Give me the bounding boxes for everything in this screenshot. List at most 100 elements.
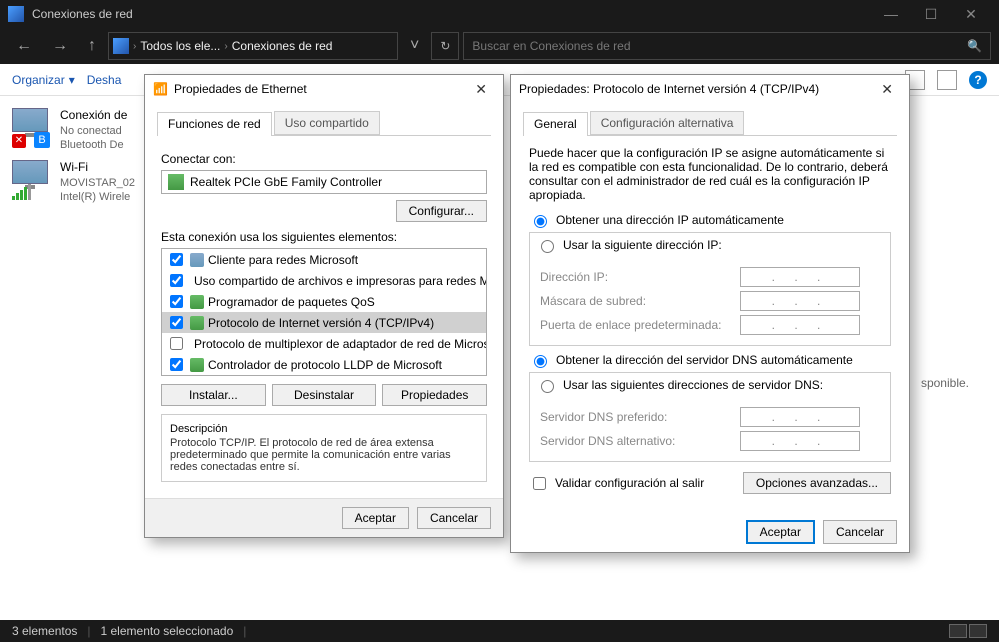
connection-name: Conexión de bbox=[60, 108, 127, 124]
checkbox-input[interactable] bbox=[170, 337, 183, 350]
configure-button[interactable]: Configurar... bbox=[396, 200, 487, 222]
protocol-icon bbox=[190, 358, 204, 372]
properties-button[interactable]: Propiedades bbox=[382, 384, 487, 406]
connect-with-label: Conectar con: bbox=[161, 152, 487, 166]
search-input[interactable]: Buscar en Conexiones de red 🔍 bbox=[463, 32, 991, 60]
disable-button[interactable]: Desha bbox=[87, 73, 122, 87]
checkbox-input[interactable] bbox=[170, 358, 183, 371]
radio-input[interactable] bbox=[534, 355, 547, 368]
protocol-icon bbox=[190, 295, 204, 309]
search-icon: 🔍 bbox=[967, 39, 982, 53]
ok-button[interactable]: Aceptar bbox=[342, 507, 409, 529]
dialog-footer: Aceptar Cancelar bbox=[145, 498, 503, 537]
uninstall-button[interactable]: Desinstalar bbox=[272, 384, 377, 406]
close-button[interactable]: ✕ bbox=[951, 6, 991, 23]
window-title: Conexiones de red bbox=[32, 7, 871, 21]
protocol-label: Controlador de protocolo LLDP de Microso… bbox=[208, 358, 442, 372]
selection-count: 1 elemento seleccionado bbox=[101, 624, 234, 638]
tab-general[interactable]: General bbox=[523, 112, 588, 136]
view-details-icon[interactable] bbox=[949, 624, 967, 638]
dns-alt-input[interactable]: . . . bbox=[740, 431, 860, 451]
dialog-titlebar[interactable]: 📶 Propiedades de Ethernet ✕ bbox=[145, 75, 503, 103]
protocol-list-item[interactable]: Protocolo de multiplexor de adaptador de… bbox=[162, 333, 486, 354]
protocol-list-item[interactable]: Uso compartido de archivos e impresoras … bbox=[162, 270, 486, 291]
checkbox-input[interactable] bbox=[170, 274, 183, 287]
dialog-title: Propiedades: Protocolo de Internet versi… bbox=[519, 82, 819, 96]
ethernet-properties-dialog: 📶 Propiedades de Ethernet ✕ Funciones de… bbox=[144, 74, 504, 538]
protocol-icon bbox=[190, 253, 204, 267]
tcpip-properties-dialog: Propiedades: Protocolo de Internet versi… bbox=[510, 74, 910, 553]
subnet-label: Máscara de subred: bbox=[540, 294, 730, 308]
connection-status: MOVISTAR_02 bbox=[60, 176, 135, 190]
checkbox-input[interactable] bbox=[170, 253, 183, 266]
tab-sharing[interactable]: Uso compartido bbox=[274, 111, 380, 135]
dns-pref-input[interactable]: . . . bbox=[740, 407, 860, 427]
ip-address-input[interactable]: . . . bbox=[740, 267, 860, 287]
ip-auto-radio[interactable]: Obtener una dirección IP automáticamente bbox=[529, 212, 891, 228]
dns-manual-radio[interactable]: Usar las siguientes direcciones de servi… bbox=[529, 372, 891, 397]
maximize-button[interactable]: ☐ bbox=[911, 6, 951, 23]
nav-back-button[interactable]: ← bbox=[8, 33, 40, 59]
advanced-button[interactable]: Opciones avanzadas... bbox=[743, 472, 891, 494]
checkbox-input[interactable] bbox=[170, 295, 183, 308]
breadcrumb-icon bbox=[113, 38, 129, 54]
ip-manual-radio[interactable]: Usar la siguiente dirección IP: bbox=[529, 232, 891, 257]
protocol-list-item[interactable]: Programador de paquetes QoS bbox=[162, 291, 486, 312]
breadcrumb-segment[interactable]: Conexiones de red bbox=[232, 39, 333, 53]
breadcrumb[interactable]: › Todos los ele... › Conexiones de red bbox=[108, 32, 398, 60]
ip-address-label: Dirección IP: bbox=[540, 270, 730, 284]
protocol-label: Cliente para redes Microsoft bbox=[208, 253, 358, 267]
breadcrumb-segment[interactable]: Todos los ele... bbox=[140, 39, 220, 53]
connection-icon bbox=[12, 160, 52, 200]
radio-input[interactable] bbox=[541, 240, 554, 253]
organize-button[interactable]: Organizar ▾ bbox=[12, 73, 75, 87]
help-icon[interactable]: ? bbox=[969, 71, 987, 89]
protocol-list-item[interactable]: Protocolo de Internet versión 4 (TCP/IPv… bbox=[162, 312, 486, 333]
gateway-input[interactable]: . . . bbox=[740, 315, 860, 335]
tab-network-functions[interactable]: Funciones de red bbox=[157, 112, 272, 136]
subnet-input[interactable]: . . . bbox=[740, 291, 860, 311]
gateway-label: Puerta de enlace predeterminada: bbox=[540, 318, 730, 332]
preview-unavailable-text: sponible. bbox=[921, 376, 969, 390]
install-button[interactable]: Instalar... bbox=[161, 384, 266, 406]
dns-auto-radio[interactable]: Obtener la dirección del servidor DNS au… bbox=[529, 352, 891, 368]
close-icon[interactable]: ✕ bbox=[873, 81, 901, 98]
ok-button[interactable]: Aceptar bbox=[746, 520, 815, 544]
dialog-titlebar[interactable]: Propiedades: Protocolo de Internet versi… bbox=[511, 75, 909, 103]
chevron-right-icon: › bbox=[224, 41, 227, 52]
protocol-list-item[interactable]: Controlador de protocolo LLDP de Microso… bbox=[162, 354, 486, 375]
radio-input[interactable] bbox=[534, 215, 547, 228]
navigation-bar: ← → ↑ › Todos los ele... › Conexiones de… bbox=[0, 28, 999, 64]
status-bar: 3 elementos | 1 elemento seleccionado | bbox=[0, 620, 999, 642]
protocol-label: Protocolo de multiplexor de adaptador de… bbox=[194, 337, 487, 351]
protocol-icon bbox=[190, 316, 204, 330]
intro-text: Puede hacer que la configuración IP se a… bbox=[529, 146, 891, 202]
radio-input[interactable] bbox=[541, 380, 554, 393]
nav-forward-button[interactable]: → bbox=[44, 33, 76, 59]
checkbox-input[interactable] bbox=[533, 477, 546, 490]
connection-device: Bluetooth De bbox=[60, 138, 127, 152]
tab-strip: General Configuración alternativa bbox=[523, 111, 897, 136]
breadcrumb-dropdown[interactable]: ˅ bbox=[402, 33, 427, 59]
dns-alt-label: Servidor DNS alternativo: bbox=[540, 434, 730, 448]
minimize-button[interactable]: — bbox=[871, 6, 911, 22]
close-icon[interactable]: ✕ bbox=[467, 81, 495, 98]
nav-up-button[interactable]: ↑ bbox=[80, 33, 104, 59]
protocol-label: Uso compartido de archivos e impresoras … bbox=[194, 274, 487, 288]
connection-device: Intel(R) Wirele bbox=[60, 190, 135, 204]
cancel-button[interactable]: Cancelar bbox=[823, 520, 897, 544]
preview-pane-icon[interactable] bbox=[937, 70, 957, 90]
app-icon bbox=[8, 6, 24, 22]
description-box: Descripción Protocolo TCP/IP. El protoco… bbox=[161, 414, 487, 482]
protocol-list-item[interactable]: Cliente para redes Microsoft bbox=[162, 249, 486, 270]
tab-alt-config[interactable]: Configuración alternativa bbox=[590, 111, 745, 135]
cancel-button[interactable]: Cancelar bbox=[417, 507, 491, 529]
protocol-list-item[interactable]: Protocolo de Internet versión 6 (TCP/IPv… bbox=[162, 375, 486, 376]
wifi-signal-icon bbox=[12, 184, 31, 200]
protocol-list[interactable]: Cliente para redes Microsoft Uso comparti… bbox=[161, 248, 487, 376]
checkbox-input[interactable] bbox=[170, 316, 183, 329]
validate-checkbox[interactable]: Validar configuración al salir bbox=[529, 474, 704, 493]
view-large-icon[interactable] bbox=[969, 624, 987, 638]
refresh-button[interactable]: ↻ bbox=[431, 32, 459, 60]
adapter-name: Realtek PCIe GbE Family Controller bbox=[190, 175, 382, 189]
